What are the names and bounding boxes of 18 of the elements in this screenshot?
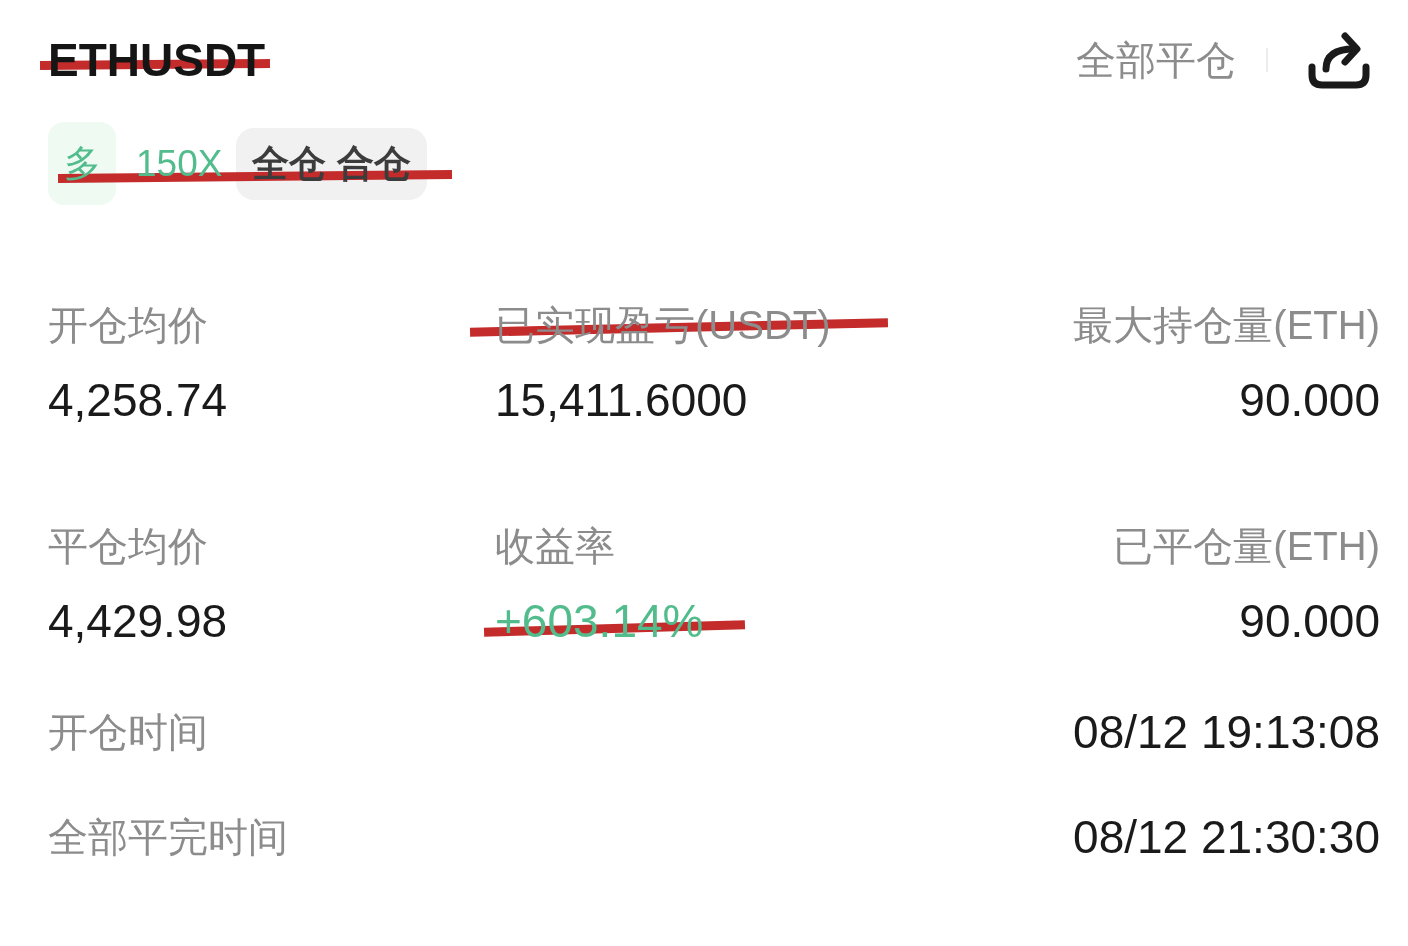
stat-label: 平仓均价 <box>48 523 208 570</box>
time-label: 全部平完时间 <box>48 814 288 861</box>
time-value: 08/12 19:13:08 <box>1073 705 1380 760</box>
time-value: 08/12 21:30:30 <box>1073 810 1380 865</box>
stat-value: 90.000 <box>1239 373 1380 428</box>
stat-label: 开仓均价 <box>48 302 208 349</box>
close-all-button[interactable]: 全部平仓 <box>1076 35 1236 85</box>
stat-label: 收益率 <box>495 523 615 570</box>
leverage-text: 150X <box>136 141 223 186</box>
stat-value: 4,429.98 <box>48 594 228 649</box>
time-label: 开仓时间 <box>48 709 208 756</box>
stat-value: 15,411.6000 <box>495 373 748 428</box>
stat-label: 最大持仓量(ETH) <box>1073 302 1380 349</box>
stat-label: 已平仓量(ETH) <box>1113 523 1380 570</box>
share-icon[interactable] <box>1308 31 1370 89</box>
stat-value: 90.000 <box>1239 594 1380 649</box>
stat-value: 4,258.74 <box>48 373 228 428</box>
direction-tag: 多 <box>48 122 116 205</box>
